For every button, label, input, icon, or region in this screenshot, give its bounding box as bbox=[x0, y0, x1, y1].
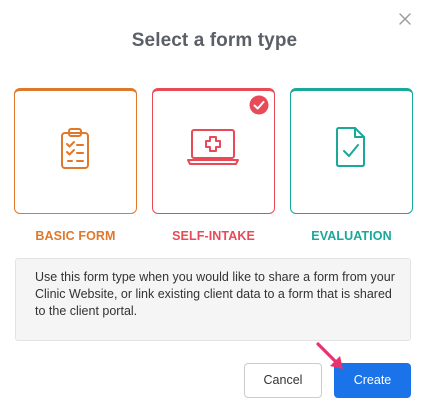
form-type-label-evaluation[interactable]: EVALUATION bbox=[290, 229, 413, 243]
check-circle-icon bbox=[249, 95, 269, 115]
form-type-description: Use this form type when you would like t… bbox=[15, 258, 411, 341]
document-check-icon bbox=[336, 127, 365, 167]
select-form-type-dialog: Select a form type BASIC FORM SELF-INTAK… bbox=[0, 0, 429, 412]
form-type-card-evaluation[interactable] bbox=[290, 88, 413, 214]
form-type-card-basic[interactable] bbox=[14, 88, 137, 214]
close-icon[interactable] bbox=[396, 10, 414, 28]
form-type-label-basic[interactable]: BASIC FORM bbox=[14, 229, 137, 243]
clipboard-checklist-icon bbox=[61, 128, 89, 169]
form-type-label-self-intake[interactable]: SELF-INTAKE bbox=[152, 229, 275, 243]
dialog-title: Select a form type bbox=[131, 30, 298, 51]
form-type-card-self-intake[interactable] bbox=[152, 88, 275, 214]
pointer-arrow-icon bbox=[316, 342, 343, 369]
laptop-medical-cross-icon bbox=[187, 129, 239, 165]
